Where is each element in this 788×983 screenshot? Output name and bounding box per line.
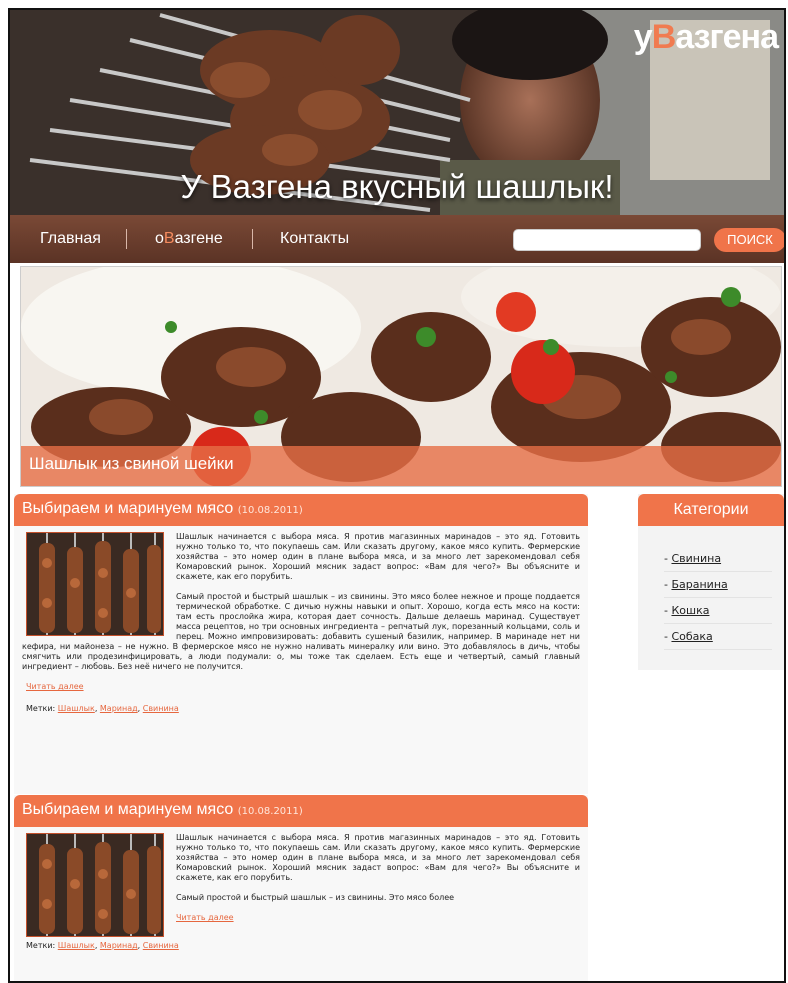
slider-caption: Шашлык из свиной шейки [21,446,781,486]
read-more-link[interactable]: Читать далее [26,682,580,692]
category-list: - Свинина - Баранина - Кошка - Собака [638,526,784,650]
nav-separator [126,229,127,249]
post-tags: Метки: Шашлык, Маринад, Свинина [26,704,179,713]
featured-slider[interactable]: Шашлык из свиной шейки [20,266,782,487]
main-nav: Главная оВазгене Контакты ПОИСК [10,215,784,263]
post-header: Выбираем и маринуем мясо (10.08.2011) [14,494,588,526]
skewers-image [27,834,163,936]
logo-accent: В [651,18,677,56]
category-link-svinina[interactable]: Свинина [671,552,721,565]
post-header: Выбираем и маринуем мясо (10.08.2011) [14,795,588,827]
nav-about-accent: В [163,230,175,247]
post-body: Шашлык начинается с выбора мяса. Я проти… [14,526,588,714]
nav-home[interactable]: Главная [40,215,101,263]
category-link-sobaka[interactable]: Собака [671,630,712,643]
slider-caption-text[interactable]: Шашлык из свиной шейки [29,454,234,474]
tag-link[interactable]: Свинина [143,941,179,950]
skewers-image [27,533,163,635]
category-item: - Баранина [664,572,772,598]
tag-link[interactable]: Свинина [143,704,179,713]
post-title-text[interactable]: Выбираем и маринуем мясо [22,801,233,818]
post-title[interactable]: Выбираем и маринуем мясо (10.08.2011) [22,500,303,518]
tag-link[interactable]: Маринад [100,704,138,713]
search-input[interactable] [513,229,701,251]
category-item: - Кошка [664,598,772,624]
nav-contacts[interactable]: Контакты [280,215,349,263]
nav-about-suffix: азгене [174,230,223,247]
blog-post: Выбираем и маринуем мясо (10.08.2011) Ша… [14,494,588,794]
logo-prefix: у [633,18,653,56]
tag-link[interactable]: Шашлык [58,941,95,950]
nav-about[interactable]: оВазгене [155,215,223,263]
sidebar-title: Категории [638,494,784,526]
tags-label: Метки: [26,941,56,950]
nav-separator [252,229,253,249]
post-thumbnail[interactable] [26,532,164,636]
post-title[interactable]: Выбираем и маринуем мясо (10.08.2011) [22,801,303,819]
post-thumbnail[interactable] [26,833,164,937]
categories-sidebar: Категории - Свинина - Баранина - Кошка -… [638,494,784,670]
tag-link[interactable]: Шашлык [58,704,95,713]
logo-suffix: азгена [675,18,779,56]
nav-about-prefix: о [155,230,164,247]
post-date: (10.08.2011) [237,806,303,817]
category-link-koshka[interactable]: Кошка [671,604,709,617]
post-title-text[interactable]: Выбираем и маринуем мясо [22,500,233,517]
search-button[interactable]: ПОИСК [714,228,784,252]
page-frame: уВазгена У Вазгена вкусный шашлык! Главн… [8,8,786,983]
header-tagline: У Вазгена вкусный шашлык! [180,168,614,205]
category-link-baranina[interactable]: Баранина [671,578,727,591]
category-item: - Свинина [664,546,772,572]
post-tags: Метки: Шашлык, Маринад, Свинина [26,941,179,950]
blog-post: Выбираем и маринуем мясо (10.08.2011) Ша… [14,795,588,981]
tag-link[interactable]: Маринад [100,941,138,950]
category-item: - Собака [664,624,772,650]
post-body: Шашлык начинается с выбора мяса. Я проти… [14,827,588,951]
site-header: уВазгена У Вазгена вкусный шашлык! [10,10,784,216]
site-logo[interactable]: уВазгена [633,18,779,57]
tags-label: Метки: [26,704,56,713]
post-date: (10.08.2011) [237,505,303,516]
